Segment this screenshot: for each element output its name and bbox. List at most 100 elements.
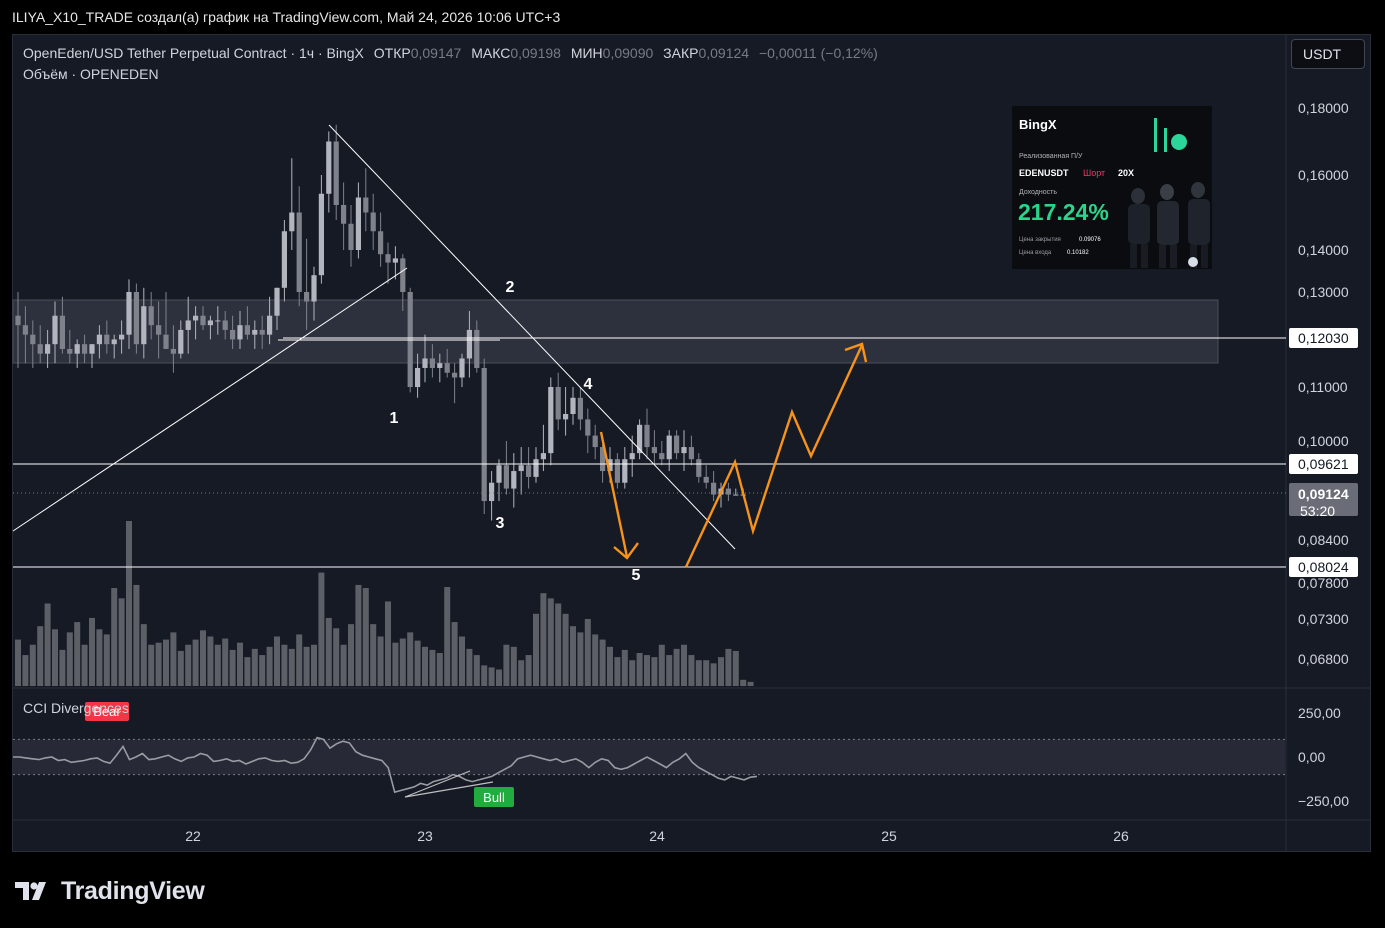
candle-body xyxy=(548,387,554,454)
volume-bar xyxy=(577,632,584,686)
volume-bar xyxy=(207,636,214,686)
volume-bar xyxy=(510,646,517,686)
candle-body xyxy=(111,339,117,345)
symbol-name[interactable]: OpenEden/USD Tether Perpetual Contract ·… xyxy=(23,45,364,61)
volume-bar xyxy=(177,650,184,686)
volume-bar xyxy=(444,587,451,686)
candle-body xyxy=(74,344,80,354)
volume-bar xyxy=(229,649,236,686)
candle-body xyxy=(274,287,280,316)
volume-bar xyxy=(703,660,710,686)
price-axis-tick: 0,07300 xyxy=(1298,611,1349,627)
candle-body xyxy=(237,325,243,340)
promo-logo-dot xyxy=(1171,134,1187,150)
projection-arrow-down[interactable] xyxy=(599,431,629,558)
volume-bar xyxy=(251,648,258,686)
volume-bar xyxy=(66,632,73,686)
volume-bar xyxy=(451,622,458,686)
candle-body xyxy=(89,344,95,354)
candle-body xyxy=(644,424,650,448)
candle-body xyxy=(45,344,51,354)
candle-body xyxy=(170,348,176,354)
volume-bar xyxy=(740,679,747,686)
volume-bar xyxy=(274,636,280,686)
volume-bar xyxy=(200,630,206,686)
candle-body xyxy=(422,358,428,368)
candle-body xyxy=(37,344,43,354)
wave-label: 1 xyxy=(390,410,399,427)
volume-bar xyxy=(281,644,288,686)
volume-bar xyxy=(96,629,103,686)
volume-bar xyxy=(436,653,443,686)
resistance-zone[interactable] xyxy=(12,299,1219,364)
volume-bar xyxy=(392,642,399,686)
high-value: 0,09198 xyxy=(510,45,561,61)
volume-legend[interactable]: Объём · OPENEDEN xyxy=(23,66,159,82)
volume-bars xyxy=(15,521,754,686)
volume-bar xyxy=(222,638,229,686)
price-axis-tick: 0,06800 xyxy=(1298,651,1349,667)
candle-body xyxy=(193,315,199,321)
candle-body xyxy=(163,334,169,349)
tradingview-logo-text: TradingView xyxy=(61,877,205,905)
candle-body xyxy=(341,205,347,224)
wave-label: 5 xyxy=(632,567,641,584)
candle-body xyxy=(540,453,546,460)
volume-bar xyxy=(89,617,95,686)
candle-body xyxy=(452,372,458,378)
promo-yield-label: Доходность xyxy=(1019,189,1057,196)
volume-bar xyxy=(325,617,332,686)
promo-realized-label: Реализованная П/У xyxy=(1019,153,1083,160)
candle-body xyxy=(659,453,665,460)
candle-body xyxy=(444,363,450,373)
low-label: МИН xyxy=(570,45,603,61)
wave-label: 2 xyxy=(506,279,515,296)
time-axis-tick: 26 xyxy=(1113,828,1129,844)
candle-body xyxy=(82,344,88,354)
volume-bar xyxy=(296,634,303,686)
currency-button[interactable]: USDT xyxy=(1291,39,1365,69)
price-axis[interactable]: 0,18000 0,16000 0,14000 0,13000 0,11000 0,100… xyxy=(1298,100,1349,667)
candle-body xyxy=(348,223,354,250)
volume-bar xyxy=(192,639,199,686)
volume-bar xyxy=(503,644,510,686)
volume-bar xyxy=(725,648,732,686)
volume-bar xyxy=(547,598,554,686)
close-value: 0,09124 xyxy=(698,45,750,61)
volume-bar xyxy=(651,657,658,686)
volume-bar xyxy=(303,646,310,686)
promo-card: BingX Реализованная П/У EDENUSDT Шорт 20… xyxy=(1012,106,1212,269)
volume-bar xyxy=(658,644,665,686)
volume-bar xyxy=(29,644,36,686)
candle-body xyxy=(415,367,421,387)
candle-body xyxy=(526,465,532,477)
volume-bar xyxy=(732,650,739,686)
tradingview-logo[interactable]: TradingView xyxy=(15,877,205,906)
time-axis[interactable]: 22 23 24 25 26 xyxy=(185,828,1129,844)
candle-body xyxy=(489,482,495,502)
countdown-text: 53:20 xyxy=(1300,503,1335,519)
volume-bar xyxy=(22,655,29,686)
volume-bar xyxy=(37,626,44,686)
volume-bar xyxy=(399,638,406,686)
volume-bar xyxy=(525,655,532,686)
price-axis-tick: 0,14000 xyxy=(1298,242,1349,258)
open-label: ОТКР xyxy=(373,45,411,61)
volume-bar xyxy=(695,660,702,686)
price-level-tag-text: 0,12030 xyxy=(1298,330,1349,346)
candle-body xyxy=(518,465,524,472)
volume-bar xyxy=(259,655,266,686)
candle-body xyxy=(474,329,480,368)
candle-body xyxy=(651,447,657,454)
candle-body xyxy=(696,459,702,477)
volume-bar xyxy=(718,657,724,686)
volume-bar xyxy=(644,655,650,686)
horizontal-levels[interactable] xyxy=(13,337,1286,568)
candle-body xyxy=(178,329,184,354)
candle-body xyxy=(370,212,376,232)
volume-bar xyxy=(133,584,140,686)
volume-bar xyxy=(629,660,636,686)
projection-path-up[interactable] xyxy=(684,344,864,568)
cci-legend[interactable]: CCI Divergences xyxy=(23,700,129,716)
promo-yield-value: 217.24% xyxy=(1018,199,1109,225)
